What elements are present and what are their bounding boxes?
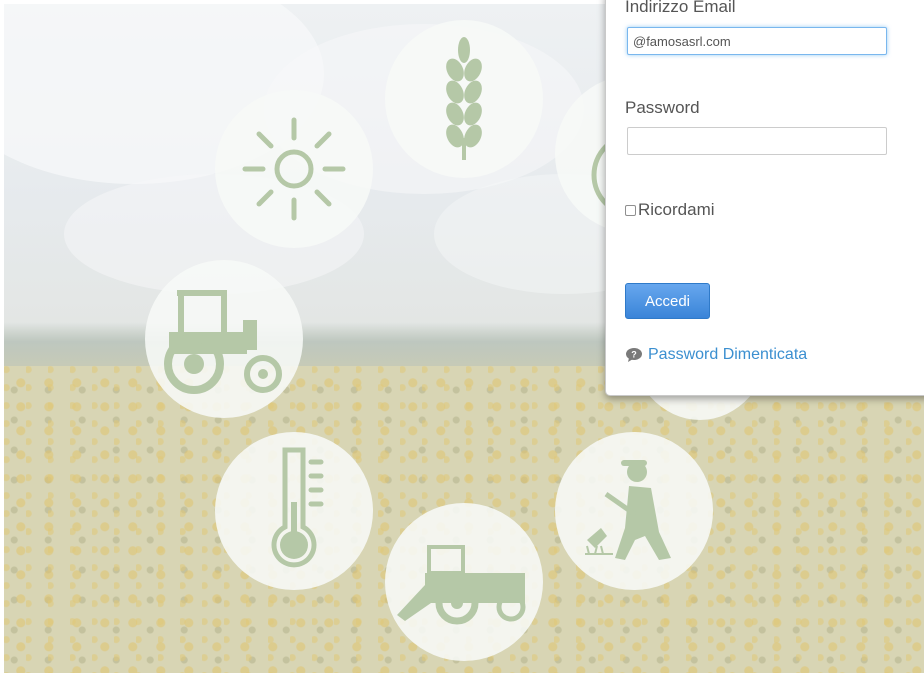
svg-text:?: ?: [631, 350, 637, 360]
sun-icon: [242, 117, 346, 221]
login-screen: Indirizzo Email Password Ricordami Acced…: [0, 0, 924, 677]
thermometer-icon: [271, 447, 324, 568]
forgot-password-link[interactable]: ? Password Dimenticata: [625, 346, 807, 364]
farmer-shovel-icon: [585, 460, 671, 560]
combine-badge: [385, 503, 543, 661]
remember-me-row[interactable]: Ricordami: [625, 200, 715, 220]
sun-badge: [215, 90, 373, 248]
forgot-password-label[interactable]: Password Dimenticata: [648, 346, 807, 364]
password-field[interactable]: [627, 127, 887, 155]
email-label: Indirizzo Email: [625, 0, 736, 16]
combine-harvester-icon: [397, 545, 526, 625]
tractor-badge: [145, 260, 303, 418]
wheat-badge: [385, 20, 543, 178]
email-field[interactable]: [627, 27, 887, 55]
remember-me-label[interactable]: Ricordami: [638, 200, 715, 220]
tractor-icon: [164, 290, 282, 394]
password-label: Password: [625, 98, 700, 117]
thermometer-badge: [215, 432, 373, 590]
wheat-icon: [446, 37, 482, 160]
speech-bubble-icon: ?: [626, 348, 642, 362]
remember-me-checkbox[interactable]: [625, 204, 636, 216]
farmer-badge: [555, 432, 713, 590]
login-panel: Indirizzo Email Password Ricordami Acced…: [605, 0, 924, 396]
login-button[interactable]: Accedi: [625, 283, 710, 319]
